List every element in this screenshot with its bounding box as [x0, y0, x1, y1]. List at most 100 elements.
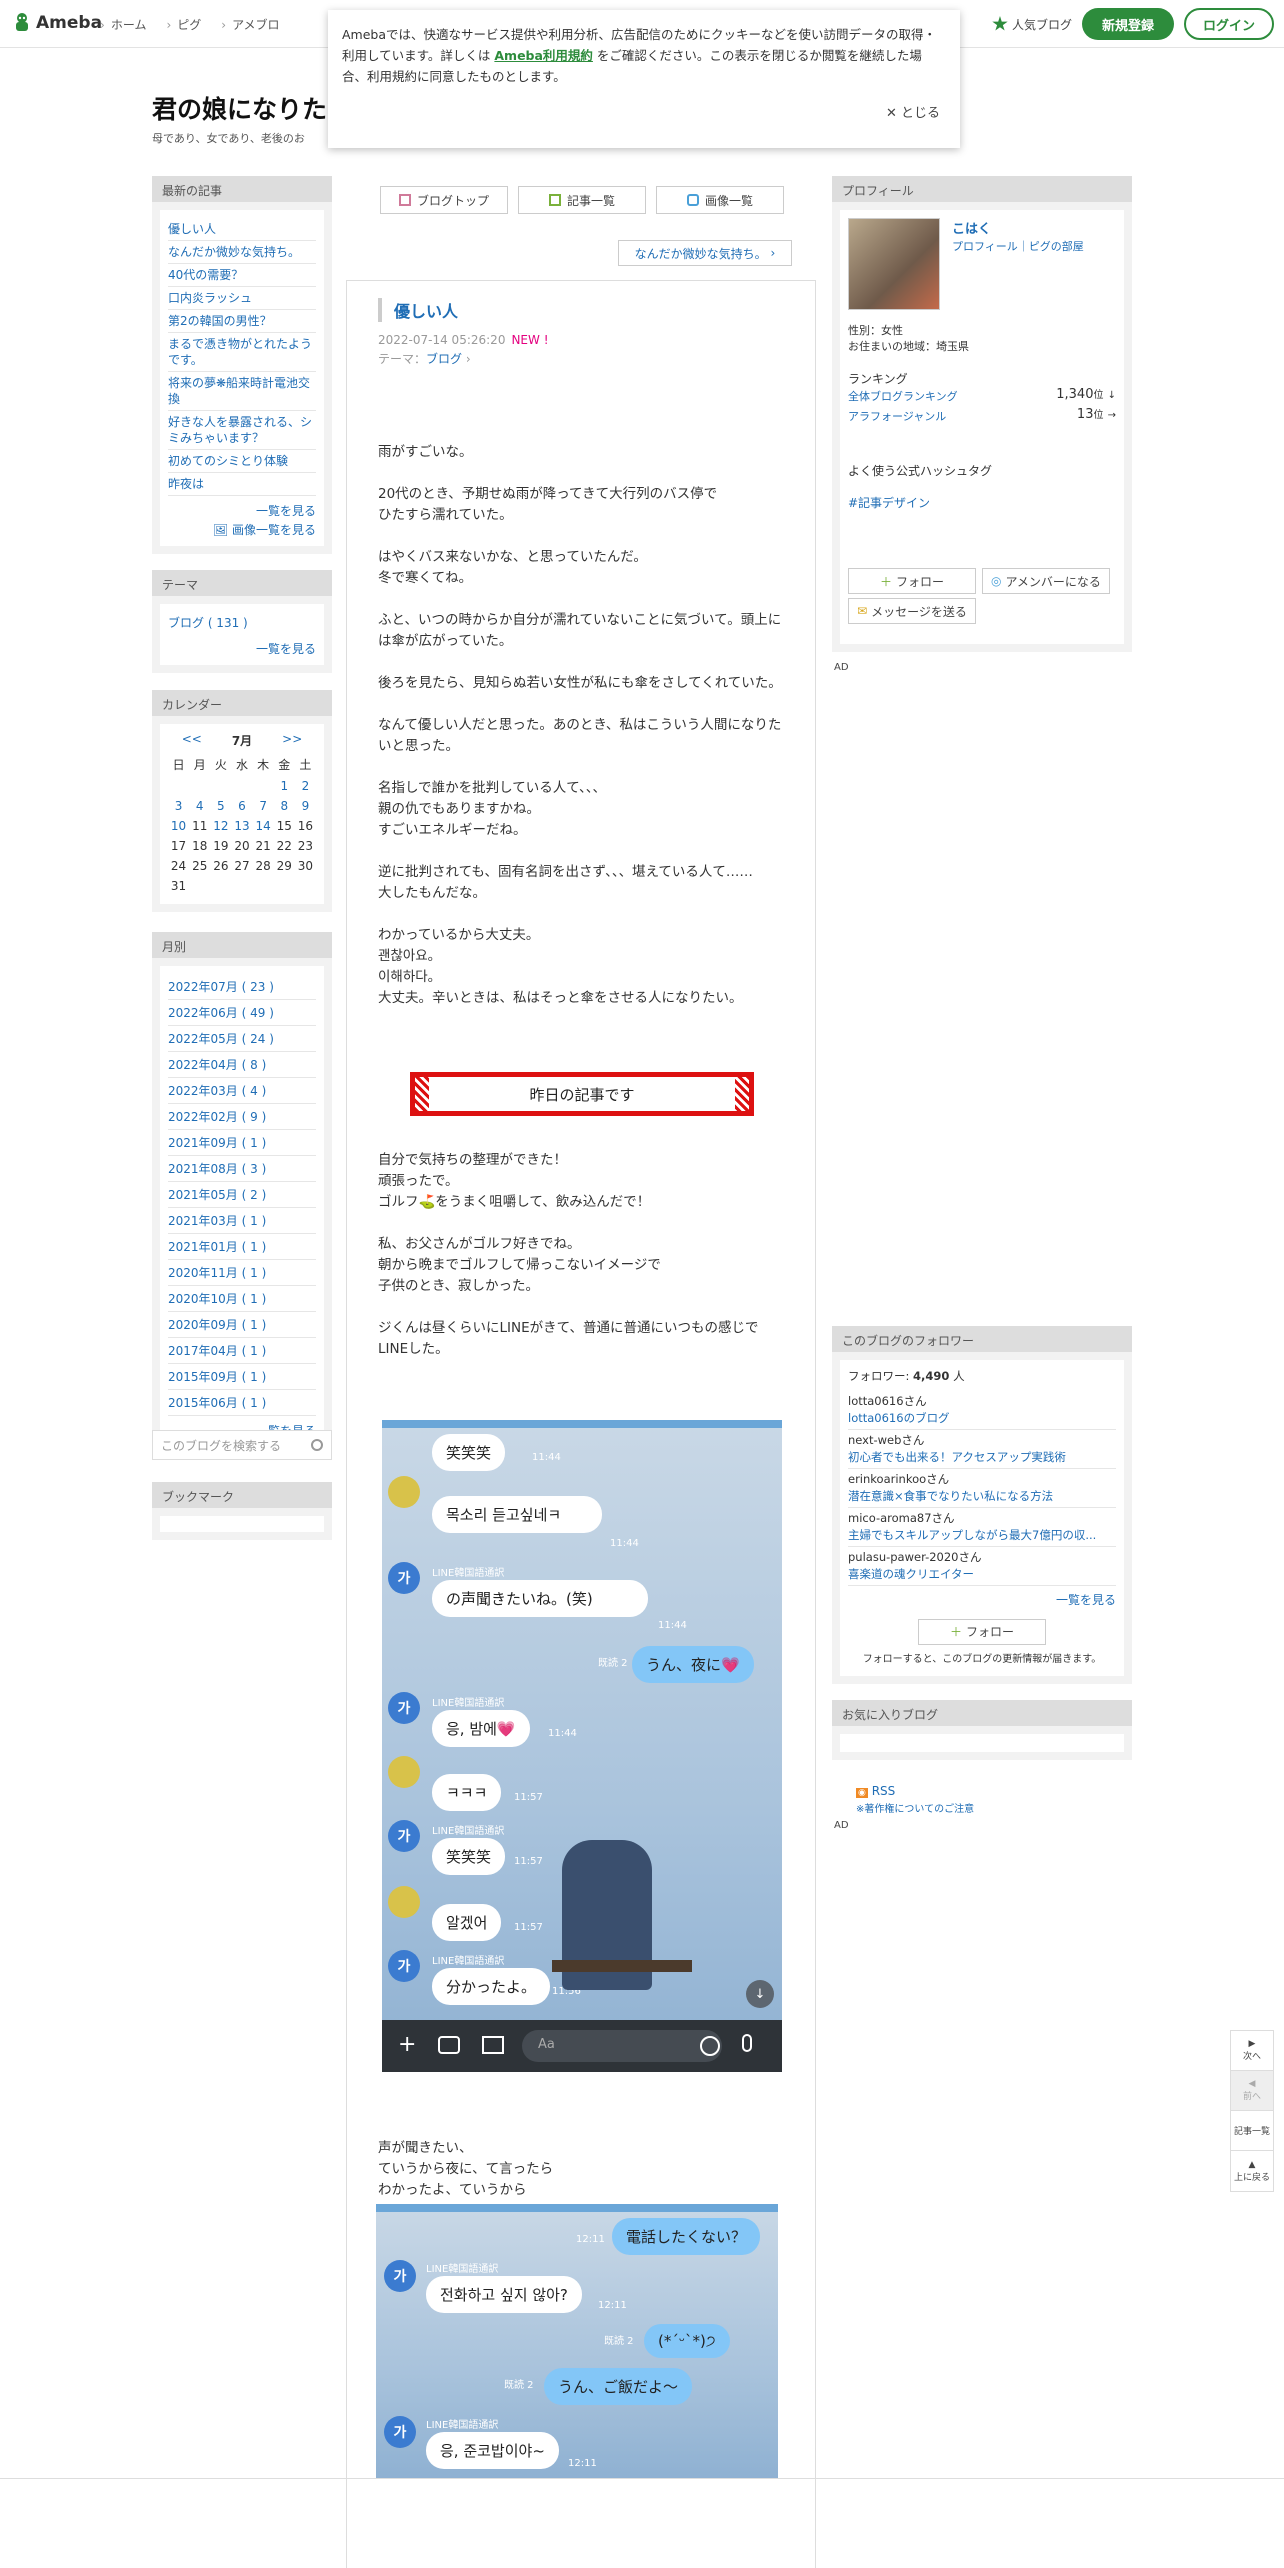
month-item[interactable]: 2022年04月 ( 8 ) — [168, 1052, 316, 1078]
latest-item[interactable]: 昨夜は — [168, 473, 316, 496]
latest-item[interactable]: 将来の夢❋船来時計電池交換 — [168, 372, 316, 411]
camera-icon[interactable] — [438, 2036, 460, 2054]
rss-link[interactable]: ◉ RSS — [856, 1784, 895, 1798]
calendar-day — [274, 876, 295, 896]
calendar-day[interactable]: 8 — [274, 796, 295, 816]
login-button[interactable]: ログイン — [1184, 8, 1274, 40]
tab-image-list[interactable]: 画像一覧 — [656, 186, 784, 214]
image-icon[interactable] — [482, 2036, 504, 2054]
calendar-next[interactable]: >> — [282, 732, 302, 749]
read-label: 既読 2 — [504, 2380, 534, 2391]
month-item[interactable]: 2020年09月 ( 1 ) — [168, 1312, 316, 1338]
theme-item[interactable]: ブログ ( 131 ) — [168, 612, 316, 634]
chat-input[interactable]: Aa — [522, 2030, 722, 2062]
follow-button-2[interactable]: ＋ フォロー — [918, 1619, 1046, 1645]
latest-more-link[interactable]: 一覧を見る — [168, 502, 316, 519]
latest-item[interactable]: 初めてのシミとり体験 — [168, 450, 316, 473]
avatar: 가 — [388, 1820, 420, 1852]
profile-links[interactable]: プロフィール｜ピグの部屋 — [952, 238, 1084, 254]
month-item[interactable]: 2021年09月 ( 1 ) — [168, 1130, 316, 1156]
profile-avatar[interactable] — [848, 218, 940, 310]
calendar-day[interactable]: 5 — [210, 796, 231, 816]
month-item[interactable]: 2022年02月 ( 9 ) — [168, 1104, 316, 1130]
calendar-day[interactable]: 3 — [168, 796, 189, 816]
calendar-day[interactable]: 9 — [295, 796, 316, 816]
emoji-icon[interactable] — [700, 2036, 720, 2056]
ameba-logo[interactable]: Ameba — [12, 12, 102, 34]
nav-home[interactable]: ホーム — [100, 16, 147, 33]
copyright-link[interactable]: ※著作権についてのご注意 — [856, 1800, 974, 1815]
scroll-down-icon[interactable]: ↓ — [746, 1980, 774, 2008]
back-to-top-button[interactable]: ▲ 上に戻る — [1231, 2151, 1273, 2191]
calendar-day[interactable]: 4 — [189, 796, 210, 816]
profile-name[interactable]: こはく — [952, 218, 991, 237]
month-item[interactable]: 2021年08月 ( 3 ) — [168, 1156, 316, 1182]
latest-item[interactable]: 優しい人 — [168, 218, 316, 241]
month-item[interactable]: 2021年01月 ( 1 ) — [168, 1234, 316, 1260]
month-item[interactable]: 2022年06月 ( 49 ) — [168, 1000, 316, 1026]
latest-item[interactable]: 好きな人を暴露される、シミみちゃいます？ — [168, 411, 316, 450]
plus-icon[interactable]: + — [398, 2032, 416, 2057]
calendar-day[interactable]: 13 — [231, 816, 252, 836]
yesterday-article-banner[interactable]: 昨日の記事です — [410, 1072, 754, 1116]
month-item[interactable]: 2022年07月 ( 23 ) — [168, 974, 316, 1000]
calendar-day[interactable]: 12 — [210, 816, 231, 836]
month-item[interactable]: 2020年11月 ( 1 ) — [168, 1260, 316, 1286]
mic-icon[interactable] — [742, 2034, 752, 2052]
latest-item[interactable]: まるで憑き物がとれたようです。 — [168, 333, 316, 372]
follower-blog-link[interactable]: 喜楽道の魂クリエイター — [848, 1566, 1116, 1583]
prev-article-link[interactable]: なんだか微妙な気持ち。 › — [618, 240, 792, 266]
follower-blog-link[interactable]: 初心者でも出来る！アクセスアップ実践術 — [848, 1449, 1116, 1466]
calendar-day[interactable]: 14 — [253, 816, 274, 836]
popular-blog-link[interactable]: 人気ブログ — [992, 16, 1072, 33]
tab-blog-top[interactable]: ブログトップ — [380, 186, 508, 214]
entry-title[interactable]: 優しい人 — [378, 298, 458, 322]
month-item[interactable]: 2022年03月 ( 4 ) — [168, 1078, 316, 1104]
month-item[interactable]: 2021年05月 ( 2 ) — [168, 1182, 316, 1208]
blog-title[interactable]: 君の娘になりた — [152, 90, 327, 126]
amember-button[interactable]: ◎ アメンバーになる — [982, 568, 1110, 594]
nav-pigg[interactable]: ピグ — [166, 16, 201, 33]
follower-blog-link[interactable]: 主婦でもスキルアップしながら最大7億円の収... — [848, 1527, 1116, 1544]
month-item[interactable]: 2015年06月 ( 1 ) — [168, 1390, 316, 1416]
tab-article-list[interactable]: 記事一覧 — [518, 186, 646, 214]
latest-item[interactable]: なんだか微妙な気持ち。 — [168, 241, 316, 264]
follower-blog-link[interactable]: 潜在意識×食事でなりたい私になる方法 — [848, 1488, 1116, 1505]
latest-item[interactable]: 口内炎ラッシュ — [168, 287, 316, 310]
prev-button[interactable]: ◀ 前へ — [1231, 2071, 1273, 2111]
blog-search[interactable]: このブログを検索する — [152, 1430, 332, 1460]
month-item[interactable]: 2015年09月 ( 1 ) — [168, 1364, 316, 1390]
search-icon[interactable] — [311, 1439, 323, 1451]
follower-blog-link[interactable]: lotta0616のブログ — [848, 1410, 1116, 1427]
month-item[interactable]: 2017年04月 ( 1 ) — [168, 1338, 316, 1364]
article-list-button[interactable]: 記事一覧 — [1231, 2111, 1273, 2151]
next-button[interactable]: ▶ 次へ — [1231, 2031, 1273, 2071]
nav-ameblo[interactable]: アメブロ — [221, 16, 279, 33]
calendar-day[interactable]: 7 — [253, 796, 274, 816]
follow-button[interactable]: ＋ フォロー — [848, 568, 976, 594]
month-item[interactable]: 2021年03月 ( 1 ) — [168, 1208, 316, 1234]
cal-dow: 日 — [172, 758, 185, 772]
hashtag-link[interactable]: #記事デザイン — [848, 494, 930, 511]
calendar-day[interactable]: 1 — [274, 776, 295, 796]
cookie-close-button[interactable]: ✕ とじる — [886, 103, 940, 124]
entry-theme-link[interactable]: ブログ — [426, 352, 462, 366]
latest-item[interactable]: 第2の韓国の男性？ — [168, 310, 316, 333]
register-button[interactable]: 新規登録 — [1082, 8, 1174, 40]
calendar-day[interactable]: 10 — [168, 816, 189, 836]
search-input[interactable]: このブログを検索する — [161, 1437, 281, 1454]
rank-overall-link[interactable]: 全体ブログランキング — [848, 388, 958, 404]
rank-genre-link[interactable]: アラフォージャンル — [848, 408, 946, 424]
latest-item[interactable]: 40代の需要？ — [168, 264, 316, 287]
image-list-link[interactable]: 🖼 画像一覧を見る — [168, 521, 316, 538]
bench — [552, 1960, 692, 1972]
month-item[interactable]: 2022年05月 ( 24 ) — [168, 1026, 316, 1052]
month-item[interactable]: 2020年10月 ( 1 ) — [168, 1286, 316, 1312]
terms-link[interactable]: Ameba利用規約 — [494, 48, 593, 63]
calendar-prev[interactable]: << — [182, 732, 202, 749]
message-button[interactable]: ✉ メッセージを送る — [848, 598, 976, 624]
theme-more-link[interactable]: 一覧を見る — [168, 640, 316, 657]
calendar-day[interactable]: 2 — [295, 776, 316, 796]
followers-more-link[interactable]: 一覧を見る — [848, 1592, 1116, 1609]
calendar-day[interactable]: 6 — [231, 796, 252, 816]
